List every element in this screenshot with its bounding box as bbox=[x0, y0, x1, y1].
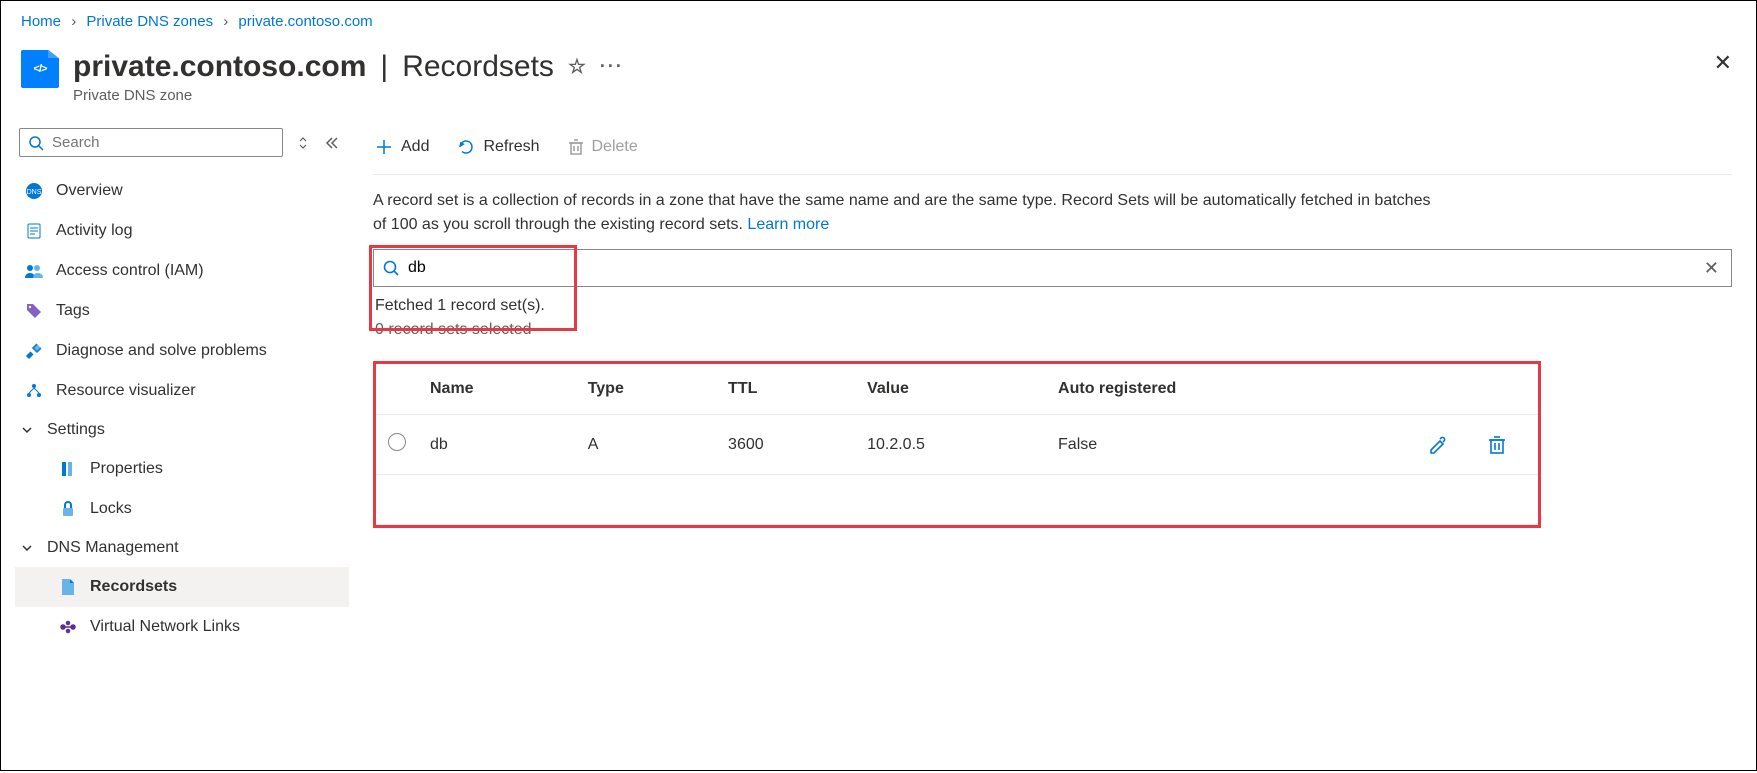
table-row[interactable]: db A 3600 10.2.0.5 False bbox=[376, 415, 1538, 475]
breadcrumb: Home › Private DNS zones › private.conto… bbox=[1, 1, 1756, 40]
refresh-button[interactable]: Refresh bbox=[455, 134, 541, 160]
breadcrumb-current[interactable]: private.contoso.com bbox=[238, 13, 372, 30]
learn-more-link[interactable]: Learn more bbox=[747, 216, 829, 233]
chevron-down-icon bbox=[21, 424, 39, 436]
refresh-icon bbox=[457, 138, 475, 156]
sidebar-item-label: Activity log bbox=[56, 222, 132, 240]
page-header: private.contoso.com | Recordsets ☆ ··· P… bbox=[1, 40, 1756, 124]
sidebar-item-recordsets[interactable]: Recordsets bbox=[15, 567, 349, 607]
breadcrumb-sep: › bbox=[223, 13, 228, 30]
network-links-icon bbox=[58, 617, 78, 637]
svg-text:DNS: DNS bbox=[27, 189, 42, 196]
favorite-button[interactable]: ☆ bbox=[568, 56, 586, 78]
sidebar-item-label: Access control (IAM) bbox=[56, 262, 204, 280]
cell-name: db bbox=[418, 415, 576, 475]
button-label: Delete bbox=[592, 138, 638, 156]
sidebar-search[interactable] bbox=[19, 128, 283, 157]
table-header-row: Name Type TTL Value Auto registered bbox=[376, 364, 1538, 415]
expand-icon[interactable] bbox=[297, 134, 309, 152]
sidebar-item-resource-visualizer[interactable]: Resource visualizer bbox=[15, 371, 349, 411]
col-auto[interactable]: Auto registered bbox=[1046, 364, 1378, 415]
col-value[interactable]: Value bbox=[855, 364, 1046, 415]
cell-value: 10.2.0.5 bbox=[855, 415, 1046, 475]
selected-status: 0 record sets selected bbox=[373, 319, 1732, 355]
records-search[interactable]: ✕ bbox=[373, 249, 1732, 287]
visualizer-icon bbox=[24, 381, 44, 401]
sidebar-item-label: Diagnose and solve problems bbox=[56, 342, 267, 360]
edit-icon[interactable] bbox=[1428, 435, 1448, 455]
sidebar-item-label: Resource visualizer bbox=[56, 382, 196, 400]
trash-icon bbox=[568, 138, 584, 156]
sidebar-search-input[interactable] bbox=[52, 134, 274, 151]
search-icon bbox=[28, 135, 44, 151]
col-name[interactable]: Name bbox=[418, 364, 576, 415]
section-label: DNS Management bbox=[47, 539, 179, 557]
plus-icon bbox=[375, 138, 393, 156]
col-ttl[interactable]: TTL bbox=[716, 364, 855, 415]
sidebar: DNS Overview Activity log Access control… bbox=[1, 124, 349, 773]
table-filler bbox=[376, 475, 1538, 525]
sidebar-item-tags[interactable]: Tags bbox=[15, 291, 349, 331]
sidebar-item-label: Recordsets bbox=[90, 578, 177, 596]
sidebar-item-properties[interactable]: Properties bbox=[15, 449, 349, 489]
fetched-status: Fetched 1 record set(s). bbox=[373, 287, 1732, 319]
button-label: Refresh bbox=[483, 138, 539, 156]
cell-ttl: 3600 bbox=[716, 415, 855, 475]
sidebar-item-activity-log[interactable]: Activity log bbox=[15, 211, 349, 251]
sidebar-item-vnl[interactable]: Virtual Network Links bbox=[15, 607, 349, 647]
people-icon bbox=[24, 261, 44, 281]
highlight-overlay-table: Name Type TTL Value Auto registered db A… bbox=[373, 361, 1541, 528]
section-label: Settings bbox=[47, 421, 105, 439]
description-text: A record set is a collection of records … bbox=[373, 175, 1433, 245]
delete-button: Delete bbox=[566, 134, 640, 160]
sidebar-item-label: Tags bbox=[56, 302, 90, 320]
sidebar-item-label: Overview bbox=[56, 182, 123, 200]
log-icon bbox=[24, 221, 44, 241]
col-type[interactable]: Type bbox=[576, 364, 716, 415]
records-table: Name Type TTL Value Auto registered db A… bbox=[376, 364, 1538, 525]
search-icon bbox=[382, 259, 400, 277]
lock-icon bbox=[58, 499, 78, 519]
sidebar-section-dns[interactable]: DNS Management bbox=[15, 529, 349, 567]
records-search-input[interactable] bbox=[400, 259, 1700, 277]
close-button[interactable]: ✕ bbox=[1714, 50, 1732, 76]
cell-type: A bbox=[576, 415, 716, 475]
breadcrumb-zones[interactable]: Private DNS zones bbox=[86, 13, 213, 30]
row-checkbox[interactable] bbox=[388, 433, 406, 451]
page-title: private.contoso.com bbox=[73, 50, 366, 83]
sidebar-section-settings[interactable]: Settings bbox=[15, 411, 349, 449]
sidebar-item-overview[interactable]: DNS Overview bbox=[15, 171, 349, 211]
more-button[interactable]: ··· bbox=[600, 57, 624, 77]
breadcrumb-home[interactable]: Home bbox=[21, 13, 61, 30]
clear-search-button[interactable]: ✕ bbox=[1700, 258, 1723, 279]
main-content: Add Refresh Delete A record set is a col… bbox=[349, 124, 1756, 773]
page-subtitle: Private DNS zone bbox=[73, 87, 1736, 104]
button-label: Add bbox=[401, 138, 429, 156]
sidebar-item-label: Locks bbox=[90, 500, 132, 518]
description-body: A record set is a collection of records … bbox=[373, 192, 1430, 233]
tag-icon bbox=[24, 301, 44, 321]
add-button[interactable]: Add bbox=[373, 134, 431, 160]
sidebar-item-label: Virtual Network Links bbox=[90, 618, 240, 636]
breadcrumb-sep: › bbox=[71, 13, 76, 30]
globe-icon: DNS bbox=[24, 181, 44, 201]
sidebar-item-locks[interactable]: Locks bbox=[15, 489, 349, 529]
properties-icon bbox=[58, 459, 78, 479]
toolbar: Add Refresh Delete bbox=[373, 124, 1732, 175]
title-separator: | bbox=[380, 50, 388, 83]
sidebar-item-access-control[interactable]: Access control (IAM) bbox=[15, 251, 349, 291]
dns-zone-icon bbox=[21, 50, 59, 88]
wrench-icon bbox=[24, 341, 44, 361]
recordsets-icon bbox=[58, 577, 78, 597]
chevron-down-icon bbox=[21, 542, 39, 554]
delete-row-icon[interactable] bbox=[1488, 435, 1506, 455]
sidebar-item-diagnose[interactable]: Diagnose and solve problems bbox=[15, 331, 349, 371]
cell-auto: False bbox=[1046, 415, 1378, 475]
page-section: Recordsets bbox=[402, 50, 554, 83]
collapse-sidebar-icon[interactable] bbox=[323, 135, 339, 151]
sidebar-item-label: Properties bbox=[90, 460, 163, 478]
